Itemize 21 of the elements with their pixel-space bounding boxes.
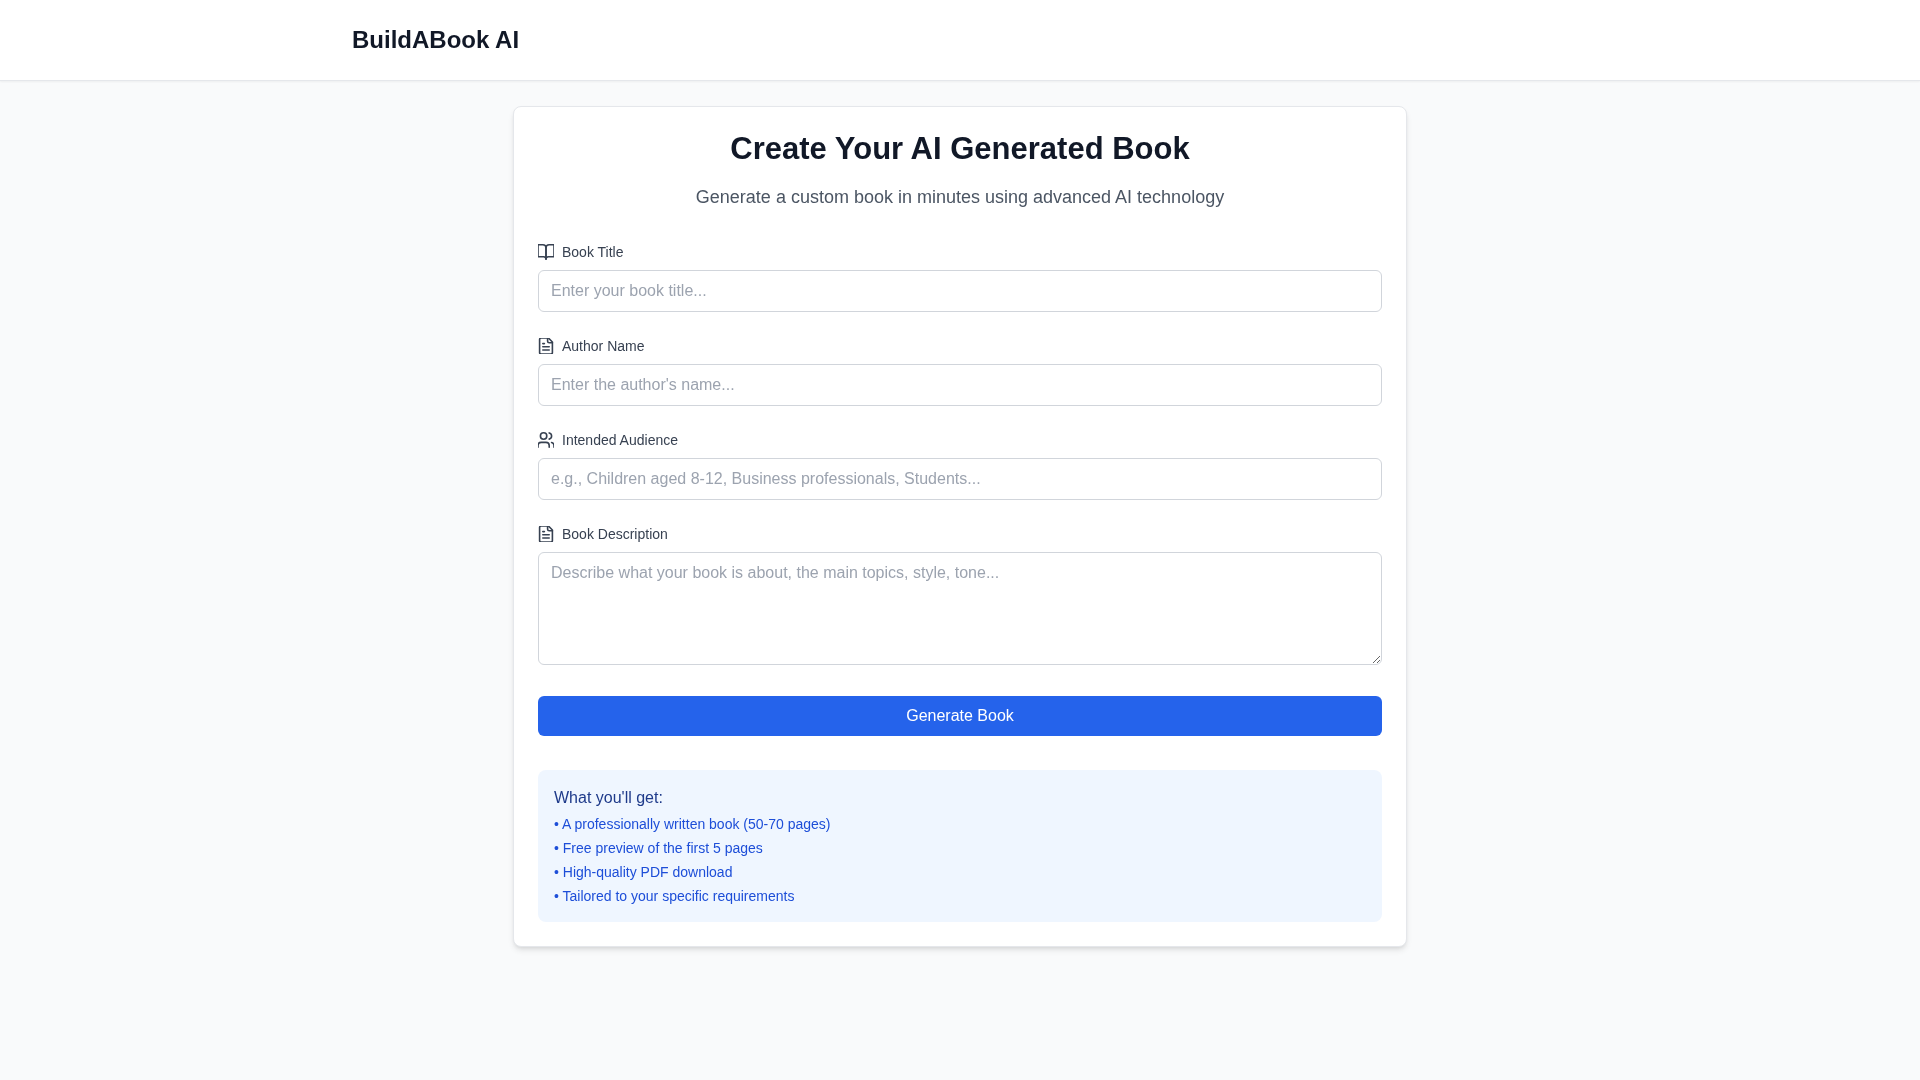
info-heading: What you'll get:: [554, 788, 664, 808]
app-brand-title: BuildABook AI: [352, 25, 520, 55]
generate-button[interactable]: Generate Book: [538, 696, 1382, 736]
input-field[interactable]: Enter the author's name...: [538, 364, 1382, 406]
benefit-item: • Free preview of the first 5 pages: [554, 839, 764, 858]
benefit-item: • Tailored to your specific requirements: [554, 887, 796, 906]
input-field[interactable]: e.g., Children aged 8-12, Business professionals, Students...: [538, 458, 1382, 500]
people-icon: [538, 432, 554, 448]
open-book-icon: [538, 244, 554, 260]
field-label: Book Title: [562, 243, 624, 262]
document-icon: [538, 338, 554, 354]
field-label: Author Name: [562, 337, 645, 356]
page-subtitle: Generate a custom book in minutes using advanced AI technology: [694, 186, 1226, 209]
input-field[interactable]: Enter your book title...: [538, 270, 1382, 312]
page-heading: Create Your AI Generated Book: [729, 131, 1191, 167]
document-icon: [538, 526, 554, 542]
benefit-item: • A professionally written book (50-70 pages): [554, 815, 832, 834]
description-textarea[interactable]: Describe what your book is about, the main topics, style, tone...: [538, 552, 1382, 665]
field-label: Intended Audience: [562, 431, 678, 450]
field-label: Book Description: [562, 525, 668, 544]
benefit-item: • High-quality PDF download: [554, 863, 734, 882]
